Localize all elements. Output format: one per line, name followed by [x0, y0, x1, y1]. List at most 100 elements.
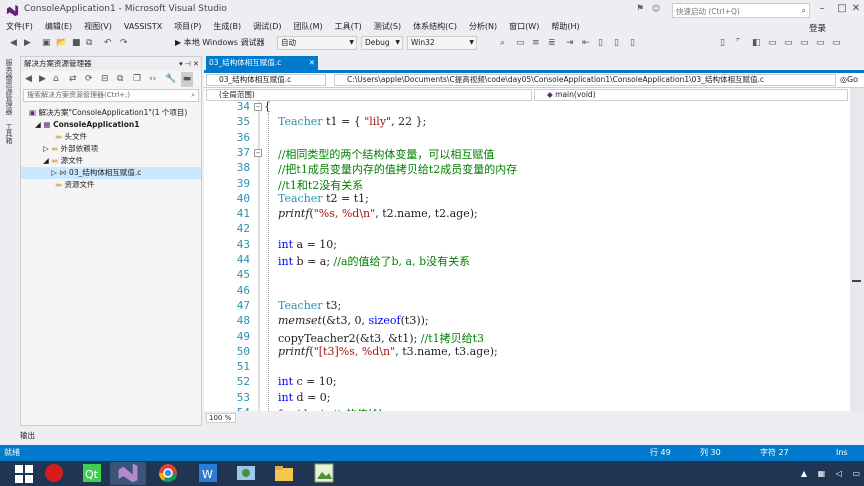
tab-output[interactable]: 输出	[20, 430, 35, 441]
code-line[interactable]: printf("%s, %d\n", t2.name, t2.age);	[264, 207, 478, 220]
tree-solution[interactable]: ▣ 解决方案"ConsoleApplication1"(1 个项目)	[21, 107, 201, 119]
tool-d-icon[interactable]: ▭	[768, 35, 777, 51]
uncomment-icon[interactable]: ≣	[548, 35, 556, 51]
forward-icon[interactable]: ▶	[39, 72, 46, 87]
solution-config-select[interactable]: 自动 ▼	[277, 36, 357, 50]
file-explorer-app-icon[interactable]	[266, 462, 302, 485]
home-icon[interactable]: ⌂	[53, 72, 59, 87]
preview-icon[interactable]: ▬	[181, 72, 193, 87]
tool-f-icon[interactable]: ▭	[800, 35, 809, 51]
properties-icon[interactable]: 🔧	[165, 72, 176, 87]
forward-icon[interactable]: ▶	[24, 35, 31, 51]
debug-config-select[interactable]: Debug ▼	[361, 36, 403, 50]
save-icon[interactable]: ■	[72, 35, 81, 51]
menu-help[interactable]: 帮助(H)	[545, 20, 585, 34]
recorder-app-icon[interactable]	[36, 462, 72, 485]
copy-icon[interactable]: ❐	[133, 72, 141, 87]
code-line[interactable]: int b = a; //a的值给了b, a, b没有关系	[264, 253, 470, 269]
path-select[interactable]: C:\Users\apple\Documents\C提高视频\code\day0…	[334, 74, 836, 86]
platform-select[interactable]: Win32 ▼	[407, 36, 477, 50]
zoom-select[interactable]: 100 %	[206, 413, 236, 423]
qt-app-icon[interactable]: Qt	[74, 462, 110, 485]
scope-select[interactable]: (全局范围)	[206, 89, 532, 101]
comment-icon[interactable]: ≡	[532, 35, 540, 51]
tree-header-files[interactable]: ▬ 头文件	[21, 131, 201, 143]
menu-window[interactable]: 窗口(W)	[503, 20, 545, 34]
go-button[interactable]: ◎Go	[840, 75, 858, 84]
code-line[interactable]: //t1和t2没有关系	[264, 177, 363, 193]
collapse-icon[interactable]: −	[254, 148, 262, 157]
tray-expand-icon[interactable]: ▲	[801, 469, 807, 478]
collapse-icon[interactable]: ⊟	[101, 72, 109, 87]
show-all-icon[interactable]: ⧉	[117, 72, 123, 87]
sync-icon[interactable]: ⇄	[69, 72, 77, 87]
view-code-icon[interactable]: ‹›	[149, 72, 156, 87]
code-editor[interactable]: 34 {35 Teacher t1 = { "lily", 22 }; 36 37 /…	[204, 101, 850, 411]
tree-source-file[interactable]: ▷ ⋈ 03_结构体相互赋值.c	[21, 167, 201, 179]
close-button[interactable]: ✕	[846, 1, 864, 17]
code-line[interactable]: printf("[t3]%s, %d\n", t3.name, t3.age);	[264, 345, 498, 358]
bookmark-prev-icon[interactable]: ▯	[598, 35, 603, 51]
minimize-button[interactable]: –	[812, 1, 832, 17]
solution-search-input[interactable]: 搜索解决方案资源管理器(Ctrl+;) ⌕	[23, 89, 199, 102]
menu-architecture[interactable]: 体系结构(C)	[407, 20, 463, 34]
outdent-icon[interactable]: ⇤	[582, 35, 590, 51]
menu-analyze[interactable]: 分析(N)	[463, 20, 503, 34]
tab-source-file[interactable]: 03_结构体相互赋值.c ✕	[206, 56, 318, 70]
code-line[interactable]: fun(d, c); //c的值给b	[264, 406, 386, 411]
image-viewer-app-icon[interactable]	[306, 462, 342, 485]
notification-flag-icon[interactable]: ⚑	[636, 4, 644, 14]
word-app-icon[interactable]: W	[190, 462, 226, 485]
menu-team[interactable]: 团队(M)	[287, 20, 328, 34]
tool-c-icon[interactable]: ◧	[752, 35, 761, 51]
tree-source-files[interactable]: ◢ ▬ 源文件	[21, 155, 201, 167]
member-select[interactable]: ◆ main(void)	[534, 89, 848, 101]
code-line[interactable]: Teacher t3;	[264, 299, 341, 312]
control-panel-app-icon[interactable]	[228, 462, 264, 485]
chrome-app-icon[interactable]	[150, 462, 186, 485]
code-line[interactable]: {	[264, 101, 271, 113]
indent-icon[interactable]: ⇥	[566, 35, 574, 51]
vertical-scrollbar[interactable]	[850, 88, 864, 412]
network-icon[interactable]: ▦	[818, 469, 826, 478]
code-line[interactable]: //把t1成员变量内存的值拷贝给t2成员变量的内存	[264, 161, 517, 177]
code-line[interactable]: copyTeacher2(&t3, &t1); //t1拷贝给t3	[264, 330, 484, 346]
scrollbar-thumb[interactable]	[852, 280, 861, 282]
back-icon[interactable]: ◀	[10, 35, 17, 51]
collapse-icon[interactable]: −	[254, 103, 262, 111]
bookmark-clear-icon[interactable]: ▯	[630, 35, 635, 51]
bookmark-icon[interactable]: ▭	[516, 35, 525, 51]
start-debugging-button[interactable]: ▶ 本地 Windows 调试器	[175, 35, 265, 51]
tool-e-icon[interactable]: ▭	[784, 35, 793, 51]
menu-build[interactable]: 生成(B)	[207, 20, 247, 34]
input-method-icon[interactable]: ▭	[852, 469, 860, 478]
open-file-icon[interactable]: 📂	[56, 35, 67, 51]
tree-external-deps[interactable]: ▷ ▬ 外部依赖项	[21, 143, 201, 155]
refresh-icon[interactable]: ⟳	[85, 72, 93, 87]
feedback-icon[interactable]: ☺	[652, 4, 660, 13]
tree-project[interactable]: ◢ ▦ ConsoleApplication1	[21, 119, 201, 131]
code-line[interactable]: int c = 10;	[264, 375, 337, 388]
menu-vassistx[interactable]: VASSISTX	[118, 20, 168, 34]
tree-resource-files[interactable]: ▬ 资源文件	[21, 179, 201, 191]
code-line[interactable]: int d = 0;	[264, 391, 330, 404]
code-line[interactable]: memset(&t3, 0, sizeof(t3));	[264, 314, 429, 327]
menu-test[interactable]: 测试(S)	[368, 20, 407, 34]
save-all-icon[interactable]: ⧉	[86, 35, 92, 51]
horizontal-scrollbar[interactable]	[204, 412, 850, 423]
menu-edit[interactable]: 编辑(E)	[39, 20, 78, 34]
tool-h-icon[interactable]: ▭	[832, 35, 841, 51]
menu-debug[interactable]: 调试(D)	[247, 20, 287, 34]
code-line[interactable]: int a = 10;	[264, 238, 337, 251]
volume-icon[interactable]: ◁	[836, 469, 842, 478]
visual-studio-app-icon[interactable]	[110, 462, 146, 485]
menu-view[interactable]: 视图(V)	[78, 20, 118, 34]
new-project-icon[interactable]: ▣	[42, 35, 51, 51]
close-icon[interactable]: ✕	[309, 56, 315, 70]
menu-tools[interactable]: 工具(T)	[329, 20, 368, 34]
find-icon[interactable]: ⌕	[500, 35, 505, 51]
file-select[interactable]: 03_结构体相互赋值.c	[206, 74, 326, 86]
toolbox-tab[interactable]: 工具箱	[4, 123, 14, 144]
menu-project[interactable]: 项目(P)	[168, 20, 207, 34]
redo-icon[interactable]: ↷	[120, 35, 128, 51]
